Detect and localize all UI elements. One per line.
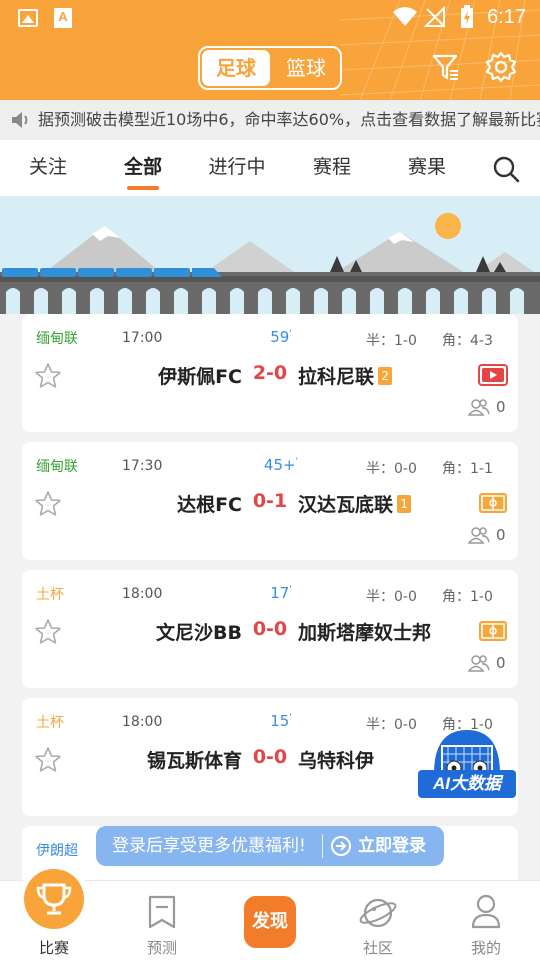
nav-label: 我的 — [470, 939, 501, 957]
half-score: 半：1-0 — [366, 333, 417, 349]
score: 2-0 — [252, 362, 288, 384]
away-team: 乌特科伊 — [298, 750, 375, 772]
ai-badge-label: AI大数据 — [418, 770, 516, 798]
match-minute: 59' — [270, 328, 292, 346]
away-team: 拉科尼联 2 — [298, 362, 393, 389]
search-icon[interactable] — [492, 155, 520, 183]
scenery-banner — [0, 196, 540, 314]
star-icon[interactable] — [34, 618, 62, 646]
trophy-icon — [24, 869, 84, 929]
match-minute: 45+' — [263, 456, 299, 474]
nav-discover-button[interactable]: 发现 — [244, 896, 296, 948]
corner-count: 角：4-3 — [442, 333, 493, 349]
star-icon[interactable] — [34, 362, 62, 390]
sport-switch[interactable]: 足球 篮球 — [198, 46, 342, 90]
marquee-text: 据预测破击模型近10场中6，命中率达60%，点击查看数据了解最新比赛 — [38, 110, 540, 129]
match-tabs: 关注 全部 进行中 赛程 赛果 — [0, 140, 540, 196]
settings-gear-icon[interactable] — [484, 50, 518, 84]
tab-all[interactable]: 全部 — [103, 140, 183, 196]
match-card[interactable]: 缅甸联 17:30 45+' 半：0-0 角：1-1 达根FC 0-1 汉达瓦底… — [22, 442, 518, 560]
tab-follow[interactable]: 关注 — [8, 140, 88, 196]
match-card[interactable]: 土杯 18:00 17' 半：0-0 角：1-0 文尼沙BB 0-0 加斯塔摩奴… — [22, 570, 518, 688]
half-score: 半：0-0 — [366, 461, 417, 477]
field-animation-icon[interactable] — [478, 492, 508, 514]
half-score: 半：0-0 — [366, 717, 417, 733]
users-icon — [468, 527, 490, 544]
fans-count: 0 — [468, 398, 506, 416]
league-name[interactable]: 伊朗超 — [36, 840, 78, 860]
tab-live[interactable]: 进行中 — [197, 140, 277, 196]
league-name[interactable]: 缅甸联 — [36, 456, 78, 476]
login-promo-text: 登录后享受更多优惠福利! — [112, 836, 306, 856]
red-card-badge: 1 — [397, 495, 412, 513]
speaker-icon — [12, 112, 28, 128]
login-now-button[interactable]: 立即登录 — [330, 826, 426, 866]
divider — [322, 834, 323, 858]
fans-count: 0 — [468, 654, 506, 672]
tab-basketball[interactable]: 篮球 — [272, 48, 340, 88]
tab-football[interactable]: 足球 — [202, 50, 270, 86]
match-minute: 17' — [270, 584, 292, 602]
red-card-badge: 2 — [378, 367, 393, 385]
match-time: 18:00 — [122, 714, 163, 730]
away-team: 加斯塔摩奴士邦 — [298, 622, 432, 644]
app-notification-icon: A — [54, 8, 72, 28]
nav-label: 比赛 — [38, 939, 69, 957]
league-name[interactable]: 缅甸联 — [36, 328, 78, 348]
bookmark-doc-icon — [148, 895, 176, 929]
score: 0-0 — [252, 618, 288, 640]
no-signal-icon — [424, 6, 445, 27]
match-time: 18:00 — [122, 586, 163, 602]
login-icon — [331, 836, 351, 856]
gallery-notification-icon — [18, 9, 38, 27]
field-animation-icon[interactable] — [478, 620, 508, 642]
star-icon[interactable] — [34, 490, 62, 518]
announcement-marquee[interactable]: 据预测破击模型近10场中6，命中率达60%，点击查看数据了解最新比赛 — [0, 100, 540, 140]
login-promo-bar[interactable]: 登录后享受更多优惠福利! 立即登录 — [96, 826, 444, 866]
users-icon — [468, 655, 490, 672]
home-team: 达根FC — [177, 494, 242, 516]
corner-count: 角：1-1 — [442, 461, 493, 477]
wifi-icon — [393, 7, 417, 26]
away-team: 汉达瓦底联 1 — [298, 490, 412, 517]
score: 0-0 — [252, 746, 288, 768]
fans-count: 0 — [468, 526, 506, 544]
league-name[interactable]: 土杯 — [36, 712, 64, 732]
match-time: 17:00 — [122, 330, 163, 346]
score: 0-1 — [252, 490, 288, 512]
match-minute: 15' — [270, 712, 292, 730]
video-icon[interactable] — [478, 364, 508, 386]
battery-charging-icon — [461, 5, 473, 28]
status-bar: A 6:17 — [0, 0, 540, 36]
users-icon — [468, 399, 490, 416]
half-score: 半：0-0 — [366, 589, 417, 605]
star-icon[interactable] — [34, 746, 62, 774]
football-goal-icon — [434, 730, 500, 776]
filter-icon[interactable] — [431, 52, 461, 82]
home-team: 锡瓦斯体育 — [146, 750, 242, 772]
match-card[interactable]: 缅甸联 17:00 59' 半：1-0 角：4-3 伊斯佩FC 2-0 拉科尼联… — [22, 314, 518, 432]
home-team: 伊斯佩FC — [158, 366, 242, 388]
nav-label: 社区 — [362, 939, 393, 957]
corner-count: 角：1-0 — [442, 589, 493, 605]
nav-label: 预测 — [146, 939, 177, 957]
ai-big-data-button[interactable]: AI大数据 — [418, 726, 516, 800]
user-icon — [471, 894, 501, 929]
status-time: 6:17 — [487, 6, 526, 28]
match-time: 17:30 — [122, 458, 163, 474]
tab-results[interactable]: 赛果 — [387, 140, 467, 196]
league-name[interactable]: 土杯 — [36, 584, 64, 604]
planet-icon — [359, 898, 397, 928]
tab-schedule[interactable]: 赛程 — [292, 140, 372, 196]
home-team: 文尼沙BB — [156, 622, 242, 644]
